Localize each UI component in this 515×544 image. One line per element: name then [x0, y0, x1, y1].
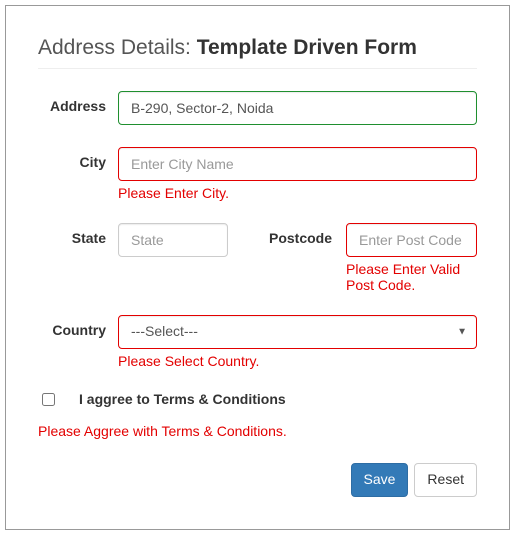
row-city: City Please Enter City.: [38, 147, 477, 201]
label-terms: I aggree to Terms & Conditions: [79, 391, 286, 407]
label-country: Country: [38, 315, 118, 338]
row-country: Country ---Select--- ▼ Please Select Cou…: [38, 315, 477, 369]
address-input[interactable]: [118, 91, 477, 125]
error-postcode: Please Enter Valid Post Code.: [346, 261, 477, 293]
row-terms: I aggree to Terms & Conditions: [38, 391, 477, 407]
terms-checkbox[interactable]: [42, 393, 55, 406]
label-postcode: Postcode: [228, 223, 346, 246]
title-bold: Template Driven Form: [197, 36, 417, 59]
row-address: Address: [38, 91, 477, 125]
title-prefix: Address Details:: [38, 36, 197, 59]
divider: [38, 68, 477, 69]
error-city: Please Enter City.: [118, 185, 477, 201]
postcode-input[interactable]: [346, 223, 477, 257]
label-city: City: [38, 147, 118, 170]
form-panel: Address Details: Template Driven Form Ad…: [5, 5, 510, 530]
save-button[interactable]: Save: [351, 463, 409, 497]
label-address: Address: [38, 91, 118, 114]
country-select[interactable]: ---Select---: [118, 315, 477, 349]
page-title: Address Details: Template Driven Form: [38, 36, 477, 60]
city-input[interactable]: [118, 147, 477, 181]
button-row: Save Reset: [38, 463, 477, 497]
label-state: State: [38, 223, 118, 246]
reset-button[interactable]: Reset: [414, 463, 477, 497]
error-terms: Please Aggree with Terms & Conditions.: [38, 423, 477, 439]
state-input[interactable]: [118, 223, 228, 257]
row-state-postcode: State Postcode Please Enter Valid Post C…: [38, 223, 477, 293]
error-country: Please Select Country.: [118, 353, 477, 369]
